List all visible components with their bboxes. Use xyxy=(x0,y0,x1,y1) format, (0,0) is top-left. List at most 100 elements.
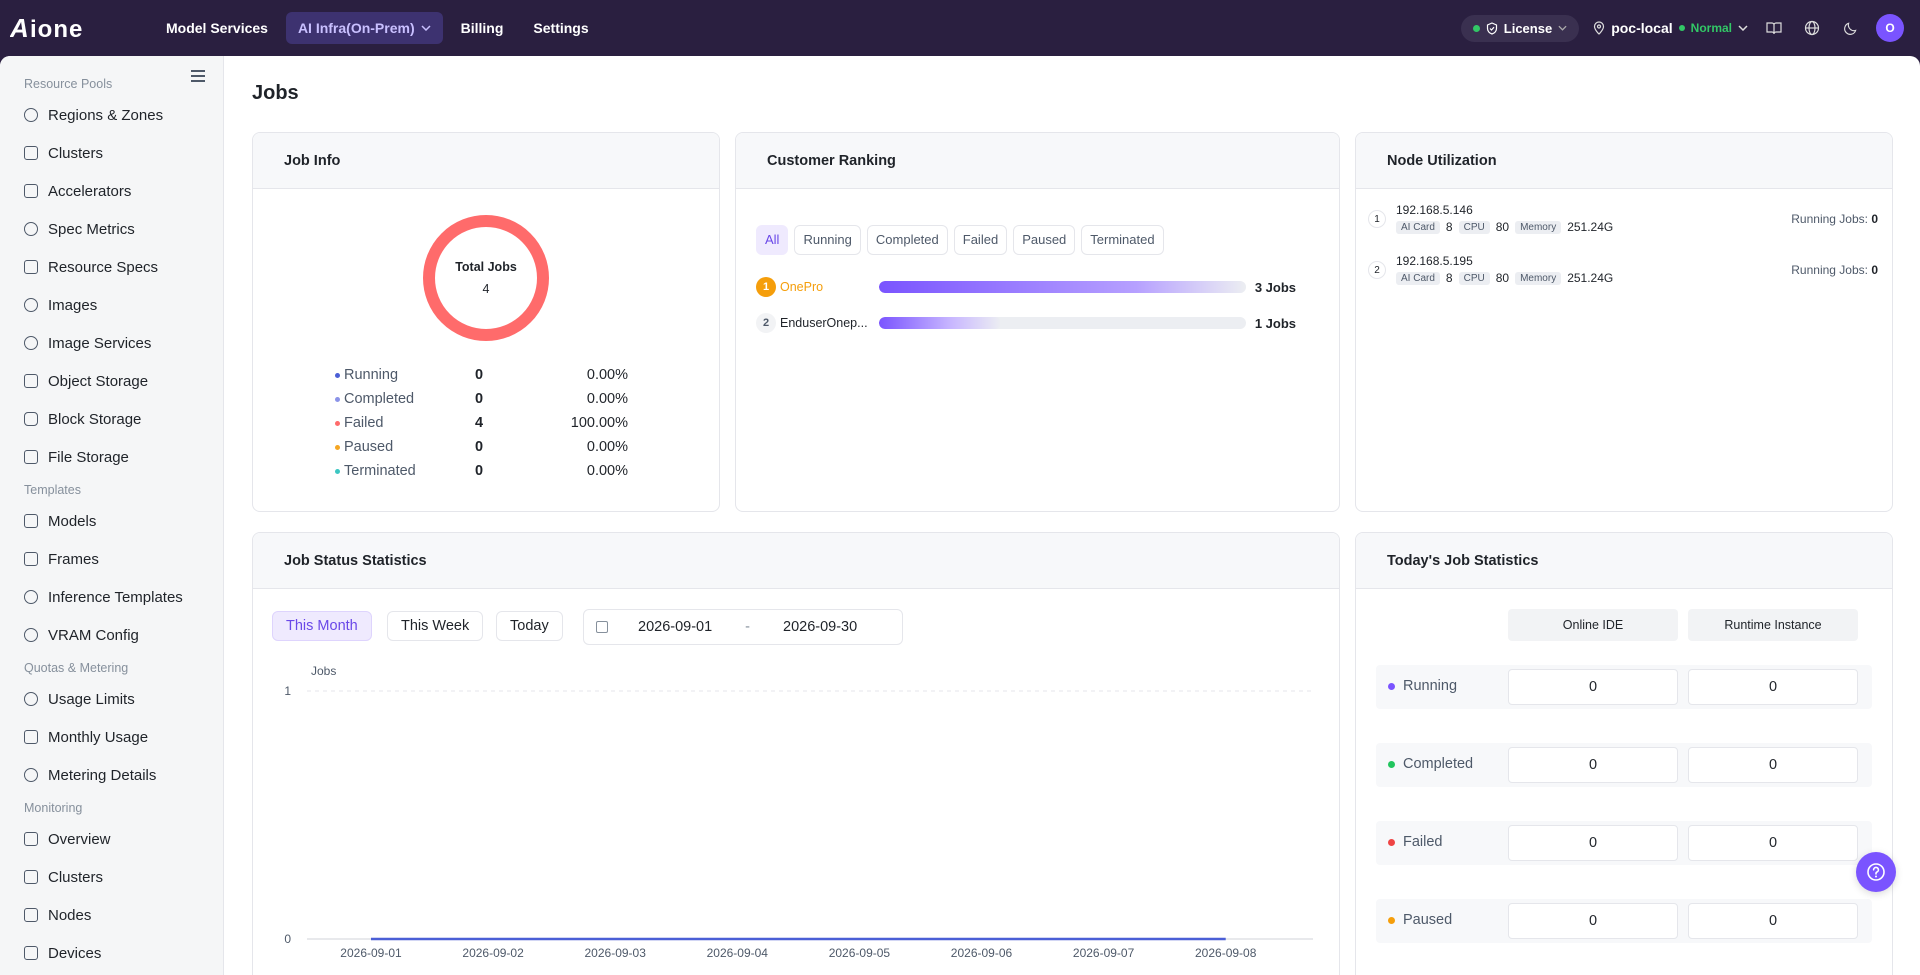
sidebar-item-regions-zones[interactable]: Regions & Zones xyxy=(0,96,223,134)
nav-ai-infra[interactable]: AI Infra(On-Prem) xyxy=(285,12,443,44)
sidebar-group-templates: Templates xyxy=(24,483,81,497)
job-status-statistics-card: Job Status Statistics This Month This We… xyxy=(252,532,1340,975)
chevron-down-icon xyxy=(421,25,431,31)
legend-row-terminated: Terminated 0 0.00% xyxy=(335,459,635,483)
tab-all[interactable]: All xyxy=(756,225,789,255)
sidebar-item-accelerators[interactable]: Accelerators xyxy=(0,172,223,210)
nav-model-services[interactable]: Model Services xyxy=(154,12,280,44)
sidebar-item-frames[interactable]: Frames xyxy=(0,540,223,578)
server-icon xyxy=(24,870,38,884)
sidebar-item-nodes[interactable]: Nodes xyxy=(0,896,223,934)
online-ide-count: 0 xyxy=(1508,825,1678,861)
y-axis-label: Jobs xyxy=(311,665,336,678)
dark-mode-moon-icon[interactable] xyxy=(1838,16,1862,40)
gear-icon xyxy=(24,628,38,642)
tab-completed[interactable]: Completed xyxy=(866,225,948,255)
sidebar-item-vram-config[interactable]: VRAM Config xyxy=(0,616,223,654)
chip-icon xyxy=(24,908,38,922)
license-button[interactable]: License xyxy=(1460,14,1580,42)
cpu-value: 80 xyxy=(1495,271,1510,285)
todays-stats-body: Online IDE Runtime Instance Running 0 0 … xyxy=(1356,589,1892,975)
runtime-instance-count: 0 xyxy=(1688,825,1858,861)
range-this-month-button[interactable]: This Month xyxy=(272,611,372,641)
rank-customer-name: OnePro xyxy=(780,280,824,294)
sidebar-item-devices[interactable]: Devices xyxy=(0,934,223,972)
ai-card-value: 8 xyxy=(1445,271,1453,285)
running-jobs-value: 0 xyxy=(1871,212,1878,226)
folder-icon xyxy=(24,450,38,464)
date-separator: - xyxy=(745,619,751,635)
sidebar-item-label: Image Services xyxy=(48,334,152,352)
gauge-icon xyxy=(24,222,38,236)
sidebar-item-spec-metrics[interactable]: Spec Metrics xyxy=(0,210,223,248)
sidebar-item-models[interactable]: Models xyxy=(0,502,223,540)
node-row[interactable]: 2 192.168.5.195 AI Card 8 CPU 80 Memory 251… xyxy=(1368,252,1878,288)
col-runtime-instance: Runtime Instance xyxy=(1688,609,1858,641)
range-this-week-button[interactable]: This Week xyxy=(387,611,484,641)
total-jobs-value: 4 xyxy=(482,282,490,296)
sidebar-collapse-icon[interactable] xyxy=(191,70,207,84)
topbar-right: License poc-local Normal O xyxy=(1460,14,1910,42)
help-button[interactable] xyxy=(1856,852,1896,892)
sidebar-item-label: Images xyxy=(48,296,98,314)
sidebar-item-file-storage[interactable]: File Storage xyxy=(0,438,223,476)
rank-customer-name: EnduserOnep... xyxy=(780,316,868,330)
node-row[interactable]: 1 192.168.5.146 AI Card 8 CPU 80 Memory 251… xyxy=(1368,201,1878,237)
tab-running[interactable]: Running xyxy=(794,225,861,255)
x-tick-label: 2026-09-07 xyxy=(1073,946,1135,960)
status-dot xyxy=(1388,838,1395,846)
svg-text:A: A xyxy=(10,13,30,43)
sidebar-item-image-services[interactable]: Image Services xyxy=(0,324,223,362)
sidebar-item-images[interactable]: Images xyxy=(0,286,223,324)
sidebar-item-inference-templates[interactable]: Inference Templates xyxy=(0,578,223,616)
hash-frame-icon xyxy=(24,552,38,566)
running-jobs-label: Running Jobs: xyxy=(1791,263,1868,277)
sidebar-item-label: Block Storage xyxy=(48,410,142,428)
sidebar-item-monitoring-clusters[interactable]: Clusters xyxy=(0,858,223,896)
tab-paused[interactable]: Paused xyxy=(1013,225,1076,255)
range-today-button[interactable]: Today xyxy=(496,611,563,641)
job-info-legend: Running 0 0.00% Completed 0 0.00% Failed 4 100… xyxy=(335,363,635,483)
status-dot xyxy=(1388,682,1395,690)
sidebar-item-monthly-usage[interactable]: Monthly Usage xyxy=(0,718,223,756)
brand-logo[interactable]: A ione xyxy=(10,0,150,56)
rank-badge: 2 xyxy=(756,313,776,333)
today-row-running: Running 0 0 xyxy=(1376,665,1872,709)
sidebar-item-label: Metering Details xyxy=(48,766,157,784)
sidebar-item-block-storage[interactable]: Block Storage xyxy=(0,400,223,438)
ranking-row: 2 EnduserOnep... 1 Jobs xyxy=(756,313,1296,333)
sidebar-item-label: Overview xyxy=(48,830,111,848)
sidebar-item-clusters[interactable]: Clusters xyxy=(0,134,223,172)
sidebar-item-object-storage[interactable]: Object Storage xyxy=(0,362,223,400)
sidebar-item-metering-details[interactable]: Metering Details xyxy=(0,756,223,794)
docs-book-icon[interactable] xyxy=(1762,16,1786,40)
job-status-statistics-title: Job Status Statistics xyxy=(253,533,1339,589)
user-avatar[interactable]: O xyxy=(1876,14,1904,42)
sidebar-item-overview[interactable]: Overview xyxy=(0,820,223,858)
env-status-dot xyxy=(1678,25,1685,31)
language-globe-icon[interactable] xyxy=(1800,16,1824,40)
sidebar-group-quotas: Quotas & Metering xyxy=(24,661,129,675)
environment-selector[interactable]: poc-local Normal xyxy=(1593,20,1748,36)
tab-terminated[interactable]: Terminated xyxy=(1081,225,1164,255)
chevron-down-icon xyxy=(1558,25,1567,31)
x-tick-label: 2026-09-08 xyxy=(1195,946,1257,960)
meter-icon xyxy=(24,768,38,782)
node-running-jobs: Running Jobs: 0 xyxy=(1791,212,1878,226)
job-status-body: This Month This Week Today 2026-09-01 - … xyxy=(253,589,1339,975)
logo-icon: A ione xyxy=(10,13,82,43)
globe-icon xyxy=(24,108,38,122)
online-ide-count: 0 xyxy=(1508,903,1678,939)
legend-row-failed: Failed 4 100.00% xyxy=(335,411,635,435)
tab-failed[interactable]: Failed xyxy=(953,225,1008,255)
drive-icon xyxy=(24,412,38,426)
help-question-icon xyxy=(1867,863,1885,881)
start-date: 2026-09-01 xyxy=(638,619,713,635)
nav-billing[interactable]: Billing xyxy=(449,12,516,44)
sidebar-item-usage-limits[interactable]: Usage Limits xyxy=(0,680,223,718)
status-dot xyxy=(1388,760,1395,768)
sidebar-item-resource-specs[interactable]: Resource Specs xyxy=(0,248,223,286)
nav-settings[interactable]: Settings xyxy=(521,12,600,44)
legend-name: Running xyxy=(344,367,399,383)
date-range-picker[interactable]: 2026-09-01 - 2026-09-30 xyxy=(583,609,903,645)
